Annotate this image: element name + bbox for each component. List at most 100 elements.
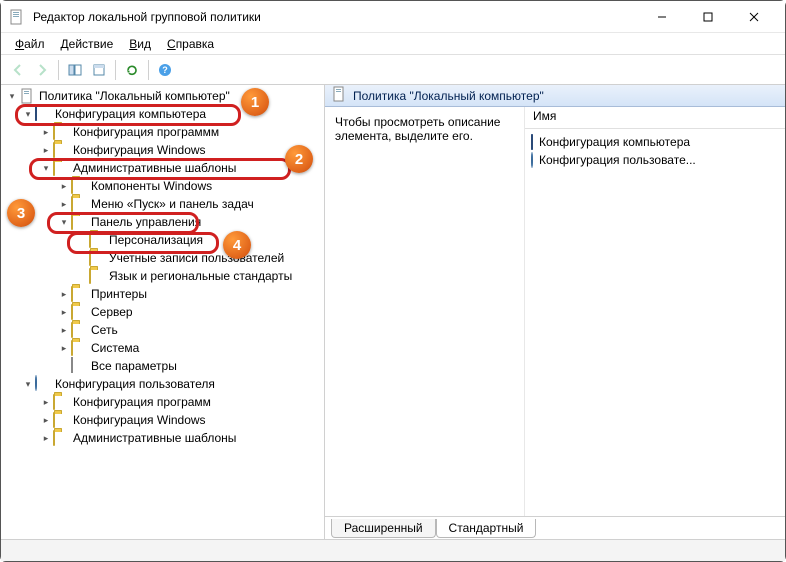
folder-icon [71,340,87,356]
tree-item[interactable]: ▸Конфигурация программм [1,123,324,141]
expander-icon[interactable]: ▸ [57,287,71,301]
tree-label: Компоненты Windows [91,179,212,193]
tree-label: Сервер [91,305,133,319]
menu-bar: Файл Действие Вид Справка [1,33,785,55]
menu-file[interactable]: Файл [7,35,53,53]
tree-item[interactable]: ▸Сеть [1,321,324,339]
tree-label: Политика "Локальный компьютер" [39,89,230,103]
menu-help[interactable]: Справка [159,35,222,53]
refresh-button[interactable] [121,59,143,81]
toolbar-separator [115,60,116,80]
toolbar: ? [1,55,785,85]
tree-user-config[interactable]: ▾ Конфигурация пользователя [1,375,324,393]
tree-label: Конфигурация Windows [73,143,206,157]
menu-view[interactable]: Вид [121,35,159,53]
expander-icon[interactable]: ▸ [57,323,71,337]
help-button[interactable]: ? [154,59,176,81]
folder-icon [89,232,105,248]
tree-item[interactable]: Учетные записи пользователей [1,249,324,267]
tree-item[interactable]: ▸ Принтеры [1,285,324,303]
tree-control-panel[interactable]: ▾Панель управления [1,213,324,231]
user-icon [35,376,51,392]
tree-item[interactable]: ▸ Компоненты Windows [1,177,324,195]
expander-icon[interactable]: ▸ [57,305,71,319]
panel-header: Политика "Локальный компьютер" [325,85,785,107]
expander-icon[interactable]: ▸ [57,341,71,355]
tree-item[interactable]: Язык и региональные стандарты [1,267,324,285]
tree-item[interactable]: Все параметры [1,357,324,375]
tree-label: Учетные записи пользователей [109,251,284,265]
expander-icon[interactable]: ▸ [39,431,53,445]
window-title: Редактор локальной групповой политики [33,10,639,24]
tree-label: Принтеры [91,287,147,301]
tab-standard[interactable]: Стандартный [436,519,537,538]
list-item-label: Конфигурация компьютера [539,135,690,149]
tree-item[interactable]: ▸ Конфигурация Windows [1,411,324,429]
computer-icon [35,106,51,122]
tree-panel: ▾ Политика "Локальный компьютер" ▾ Конфи… [1,85,325,539]
expander-icon[interactable]: ▸ [57,197,71,211]
folder-icon [71,178,87,194]
description-text: Чтобы просмотреть описание элемента, выд… [335,115,500,143]
tree-label: Конфигурация компьютера [55,107,206,121]
computer-icon [531,135,533,149]
tree-label: Конфигурация Windows [73,413,206,427]
expander-icon[interactable]: ▾ [57,215,71,229]
list-item-label: Конфигурация пользовате... [539,153,696,167]
toolbar-btn-1[interactable] [64,59,86,81]
list-item-computer-config[interactable]: Конфигурация компьютера [531,133,779,151]
tree-label: Конфигурация пользователя [55,377,215,391]
minimize-button[interactable] [639,1,685,33]
tree-item[interactable]: ▸ Сервер [1,303,324,321]
expander-icon[interactable]: ▸ [39,413,53,427]
expander-icon[interactable]: ▾ [21,377,35,391]
column-header-name[interactable]: Имя [525,107,785,129]
folder-icon [89,250,105,266]
folder-icon [71,304,87,320]
title-bar: Редактор локальной групповой политики [1,1,785,33]
folder-icon [53,412,69,428]
back-button[interactable] [7,59,29,81]
tree-item[interactable]: ▸Административные шаблоны [1,429,324,447]
tree-item[interactable]: ▸ Конфигурация программ [1,393,324,411]
expander-icon[interactable]: ▸ [39,395,53,409]
expander-icon[interactable]: ▸ [57,179,71,193]
expander-icon[interactable]: ▾ [5,89,19,103]
tree-item[interactable]: ▸ Система [1,339,324,357]
tree-label: Конфигурация программ [73,395,211,409]
policy-icon [19,88,35,104]
tree-label: Персонализация [109,233,203,247]
toolbar-btn-2[interactable] [88,59,110,81]
tree-computer-config[interactable]: ▾ Конфигурация компьютера [1,105,324,123]
folder-icon [89,268,105,284]
spacer [75,269,89,283]
expander-icon[interactable]: ▸ [39,143,53,157]
folder-icon [71,286,87,302]
tree-item[interactable]: ▸ Конфигурация Windows [1,141,324,159]
spacer [75,233,89,247]
folder-icon [53,142,69,158]
tree-label: Административные шаблоны [73,161,236,175]
spacer [57,359,71,373]
tree-label: Система [91,341,139,355]
folder-icon [71,196,87,212]
list-item-user-config[interactable]: Конфигурация пользовате... [531,151,779,169]
policy-icon [331,86,347,105]
expander-icon[interactable]: ▾ [39,161,53,175]
maximize-button[interactable] [685,1,731,33]
tab-extended[interactable]: Расширенный [331,519,436,538]
expander-icon[interactable]: ▾ [21,107,35,121]
expander-icon[interactable]: ▸ [39,125,53,139]
menu-action[interactable]: Действие [53,35,122,53]
tree-admin-templates[interactable]: ▾ Административные шаблоны [1,159,324,177]
allparams-icon [71,358,87,374]
tree-label: Язык и региональные стандарты [109,269,292,283]
tree-item[interactable]: ▸Меню «Пуск» и панель задач [1,195,324,213]
tree-personalization[interactable]: Персонализация [1,231,324,249]
folder-icon [71,214,87,230]
close-button[interactable] [731,1,777,33]
svg-text:?: ? [162,65,168,75]
tree-root[interactable]: ▾ Политика "Локальный компьютер" [1,87,324,105]
forward-button[interactable] [31,59,53,81]
folder-icon [53,160,69,176]
